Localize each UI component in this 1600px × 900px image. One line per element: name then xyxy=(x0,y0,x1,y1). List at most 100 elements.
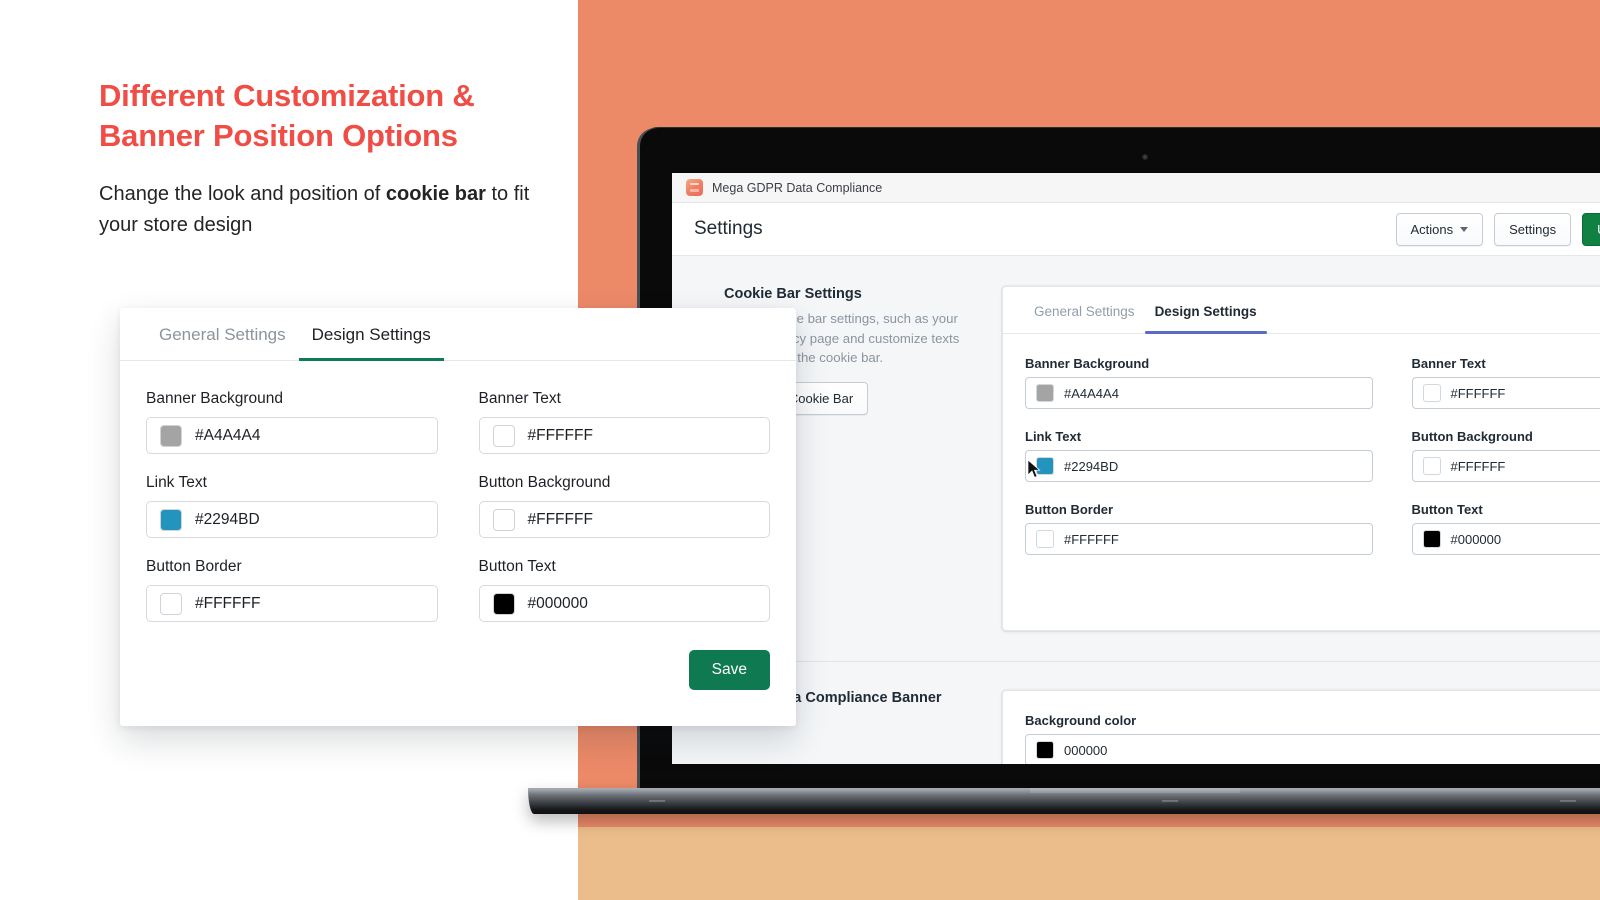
field-banner-text: Banner Text #FFFFFF xyxy=(1411,356,1600,409)
color-input[interactable]: #FFFFFF xyxy=(146,585,438,622)
color-value: #FFFFFF xyxy=(1450,458,1506,474)
actions-button-label: Actions xyxy=(1410,221,1454,237)
design-settings-fields: Banner Background #A4A4A4 Banner Text #F… xyxy=(1003,334,1600,555)
marketing-body-bold: cookie bar xyxy=(385,182,486,205)
page-title: Settings xyxy=(694,218,763,239)
cookie-bar-settings-section: Cookie Bar Settings Set up cookie bar se… xyxy=(672,286,1600,631)
design-settings-card: General Settings Design Settings Banner … xyxy=(1002,286,1600,631)
color-input[interactable]: #FFFFFF xyxy=(1025,523,1373,555)
field-label: Banner Text xyxy=(1411,356,1486,371)
chevron-down-icon xyxy=(1460,226,1469,232)
design-settings-tabs: General Settings Design Settings xyxy=(1003,287,1600,334)
foreground-field-button-border: Button Border #FFFFFF xyxy=(146,558,438,622)
color-swatch[interactable] xyxy=(1422,457,1441,475)
color-swatch[interactable] xyxy=(492,508,515,531)
color-value: #FFFFFF xyxy=(527,426,593,444)
color-input[interactable]: #2294BD xyxy=(146,501,438,538)
upgrade-button[interactable]: Upgrade xyxy=(1582,212,1600,246)
color-input[interactable]: 000000 xyxy=(1025,734,1600,764)
color-input[interactable]: #A4A4A4 xyxy=(146,417,438,454)
color-value: #A4A4A4 xyxy=(195,426,261,444)
color-value: #2294BD xyxy=(1064,458,1119,474)
foreground-field-banner-background: Banner Background #A4A4A4 xyxy=(146,390,438,454)
color-input[interactable]: #FFFFFF xyxy=(478,501,770,538)
foreground-tab-general-settings[interactable]: General Settings xyxy=(146,308,299,360)
color-swatch[interactable] xyxy=(160,424,182,447)
color-swatch[interactable] xyxy=(160,592,182,615)
color-input[interactable]: #FFFFFF xyxy=(478,417,770,454)
laptop-screen: Mega GDPR Data Compliance Settings Actio… xyxy=(672,173,1600,764)
color-value: #FFFFFF xyxy=(527,510,593,528)
color-swatch[interactable] xyxy=(1036,741,1054,759)
topbar-actions: Actions Settings Upgrade xyxy=(1395,212,1600,246)
field-label: Link Text xyxy=(146,474,207,491)
tab-design-settings[interactable]: Design Settings xyxy=(1144,287,1267,334)
field-link-text: Link Text #2294BD xyxy=(1025,429,1373,482)
field-label: Button Text xyxy=(478,558,556,575)
foreground-footer: Save xyxy=(120,622,796,690)
banner-settings-card: Background color 000000 Default black (#… xyxy=(1002,690,1600,764)
design-settings-footer: Save xyxy=(1003,555,1600,630)
color-value: #000000 xyxy=(1450,531,1502,547)
background-color-field-wrap: Background color 000000 Default black (#… xyxy=(1003,691,1600,764)
color-input[interactable]: #000000 xyxy=(478,585,770,622)
field-label: Button Border xyxy=(146,558,242,575)
cookie-bar-heading: Cookie Bar Settings xyxy=(724,286,862,302)
color-value: #A4A4A4 xyxy=(1064,385,1119,401)
app-title: Mega GDPR Data Compliance xyxy=(712,180,883,195)
actions-button[interactable]: Actions xyxy=(1395,212,1484,246)
color-swatch[interactable] xyxy=(1422,384,1441,402)
color-value: 000000 xyxy=(1064,742,1108,758)
color-swatch[interactable] xyxy=(1036,530,1054,548)
color-value: #000000 xyxy=(527,594,588,612)
foreground-save-button[interactable]: Save xyxy=(688,650,770,690)
foreground-tabs: General Settings Design Settings xyxy=(120,308,796,361)
laptop-base-detail xyxy=(649,800,665,802)
color-value: #FFFFFF xyxy=(1064,531,1119,547)
color-swatch[interactable] xyxy=(160,508,182,531)
color-swatch[interactable] xyxy=(1036,384,1054,402)
color-input[interactable]: #FFFFFF xyxy=(1411,377,1600,409)
laptop-base-notch xyxy=(1030,788,1240,793)
laptop-base-detail xyxy=(1560,800,1576,802)
field-background-color: Background color 000000 Default black (#… xyxy=(1025,713,1600,764)
color-value: #FFFFFF xyxy=(1450,385,1506,401)
color-input[interactable]: #A4A4A4 xyxy=(1025,377,1373,409)
app-tile-icon xyxy=(686,179,703,196)
field-label: Banner Background xyxy=(146,390,284,407)
marketing-copy: Different Customization & Banner Positio… xyxy=(99,76,559,242)
app-titlebar: Mega GDPR Data Compliance xyxy=(672,173,1600,203)
field-label: Banner Background xyxy=(1025,356,1150,371)
marketing-body-before: Change the look and position of xyxy=(99,182,386,205)
tab-general-settings[interactable]: General Settings xyxy=(1024,287,1145,333)
color-input[interactable]: #2294BD xyxy=(1025,450,1373,482)
field-label: Button Background xyxy=(478,474,611,491)
foreground-field-button-background: Button Background #FFFFFF xyxy=(478,474,770,538)
field-label: Button Background xyxy=(1411,429,1533,444)
field-button-background: Button Background #FFFFFF xyxy=(1411,429,1600,482)
color-swatch[interactable] xyxy=(492,592,515,615)
banner-settings-section: GDPR Data Compliance Banner Settings Bac… xyxy=(672,690,1600,764)
webcam-icon xyxy=(1142,154,1148,160)
color-input[interactable]: #FFFFFF xyxy=(1411,450,1600,482)
foreground-design-settings-card: General Settings Design Settings Banner … xyxy=(120,308,796,726)
marketing-headline: Different Customization & Banner Positio… xyxy=(99,78,475,154)
foreground-tab-design-settings[interactable]: Design Settings xyxy=(298,308,444,361)
color-swatch[interactable] xyxy=(1422,530,1441,548)
settings-page-body: Cookie Bar Settings Set up cookie bar se… xyxy=(672,256,1600,764)
color-value: #FFFFFF xyxy=(195,594,261,612)
field-label: Background color xyxy=(1025,713,1137,728)
field-label: Link Text xyxy=(1025,429,1082,444)
color-swatch[interactable] xyxy=(492,424,515,447)
section-divider xyxy=(672,661,1600,662)
color-input[interactable]: #000000 xyxy=(1411,523,1600,555)
foreground-field-banner-text: Banner Text #FFFFFF xyxy=(478,390,770,454)
settings-button[interactable]: Settings xyxy=(1494,212,1572,246)
app-topbar: Settings Actions Settings Upgrade xyxy=(672,203,1600,256)
settings-button-label: Settings xyxy=(1509,221,1557,237)
field-button-text: Button Text #000000 xyxy=(1411,502,1600,555)
field-button-border: Button Border #FFFFFF xyxy=(1025,502,1373,555)
color-value: #2294BD xyxy=(195,510,260,528)
mouse-cursor-icon xyxy=(1027,459,1041,478)
field-label: Banner Text xyxy=(478,390,561,407)
